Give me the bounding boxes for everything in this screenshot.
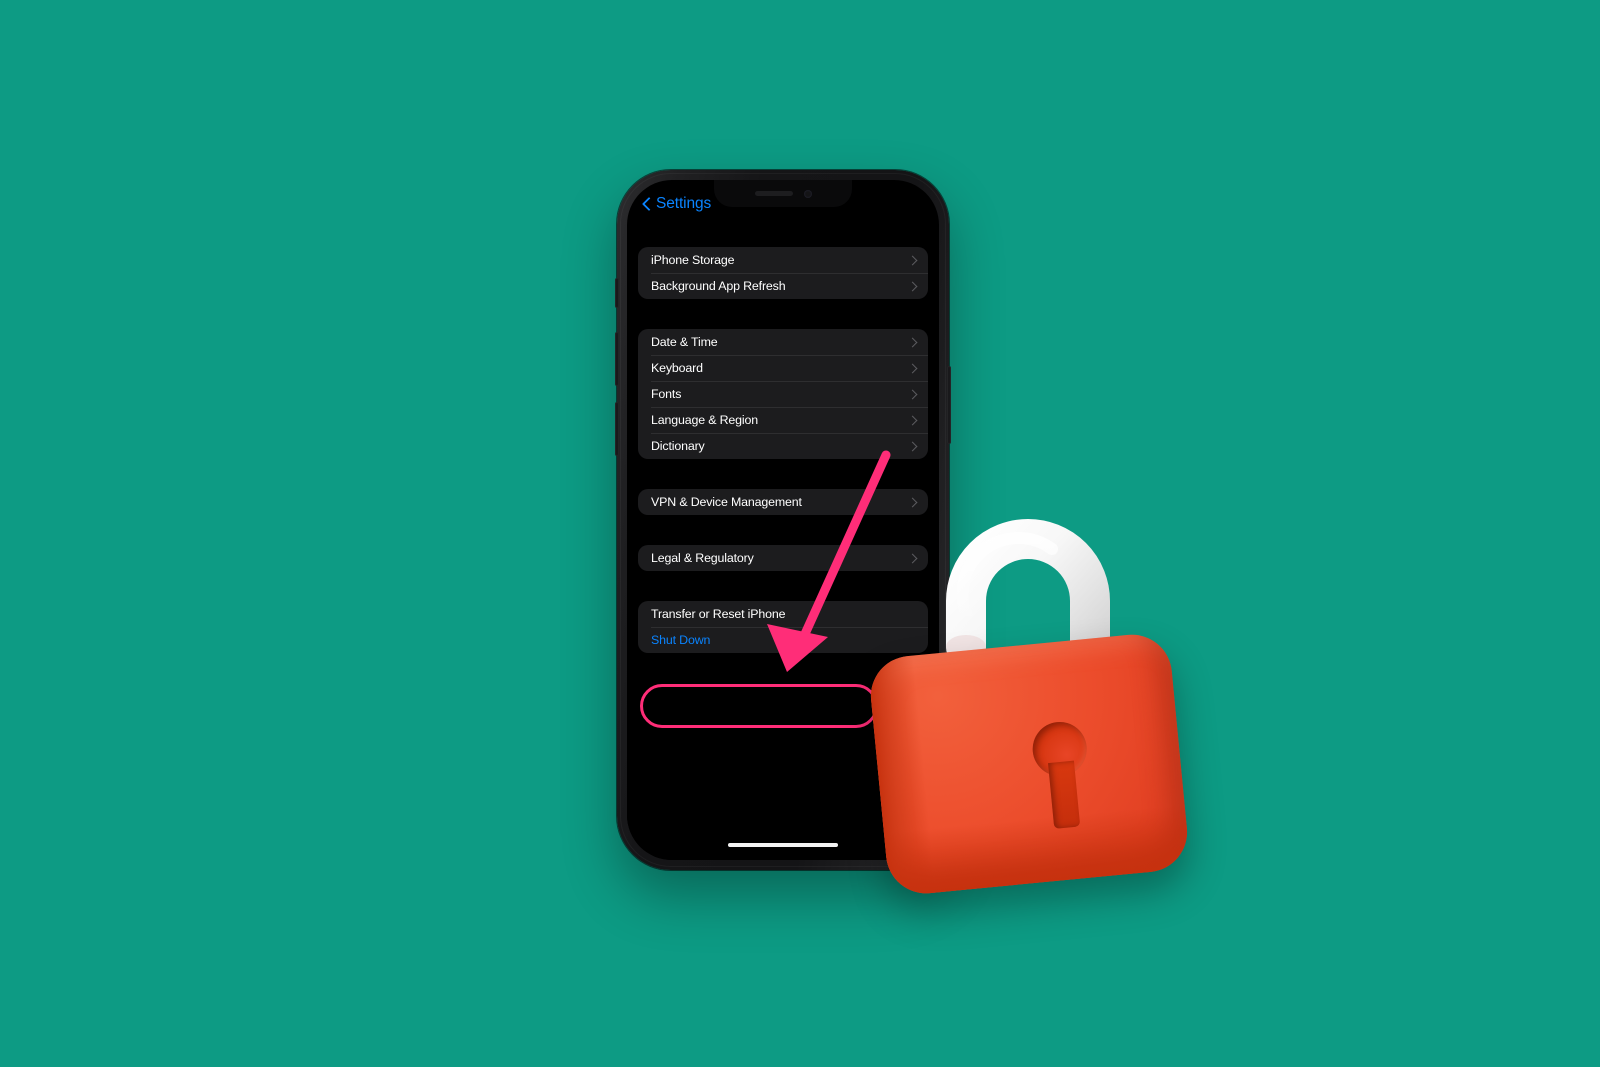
back-button-label: Settings — [656, 195, 712, 212]
padlock-body — [867, 631, 1191, 897]
settings-row-language-and-region[interactable]: Language & Region — [638, 407, 928, 433]
stage: Settings iPhone Storage Background App R… — [0, 0, 1600, 1067]
earpiece-speaker-icon — [754, 191, 793, 196]
settings-row-background-app-refresh[interactable]: Background App Refresh — [638, 273, 928, 299]
chevron-right-icon — [909, 391, 916, 398]
chevron-right-icon — [909, 339, 916, 346]
front-camera-icon — [803, 189, 812, 198]
chevron-right-icon — [909, 257, 916, 264]
settings-group-storage: iPhone Storage Background App Refresh — [638, 247, 928, 299]
settings-row-fonts[interactable]: Fonts — [638, 381, 928, 407]
padlock-keyhole-icon — [1026, 719, 1098, 832]
chevron-right-icon — [909, 365, 916, 372]
back-button[interactable]: Settings — [640, 195, 711, 213]
row-label: Fonts — [651, 387, 682, 401]
row-label: Legal & Regulatory — [651, 551, 754, 565]
row-label: iPhone Storage — [651, 253, 735, 267]
volume-down-button[interactable] — [615, 402, 619, 456]
settings-row-date-and-time[interactable]: Date & Time — [638, 329, 928, 355]
settings-row-dictionary[interactable]: Dictionary — [638, 433, 928, 459]
row-label: Keyboard — [651, 361, 703, 375]
row-label: Date & Time — [651, 335, 718, 349]
mute-switch-button[interactable] — [615, 278, 619, 308]
notch — [714, 180, 852, 207]
settings-group-localization: Date & Time Keyboard Fonts Language & Re… — [638, 329, 928, 459]
home-indicator[interactable] — [728, 842, 838, 847]
chevron-right-icon — [909, 443, 916, 450]
row-label: VPN & Device Management — [651, 495, 802, 509]
row-label: Dictionary — [651, 439, 705, 453]
row-label: Shut Down — [651, 633, 711, 647]
row-label: Transfer or Reset iPhone — [651, 607, 786, 621]
settings-row-keyboard[interactable]: Keyboard — [638, 355, 928, 381]
chevron-right-icon — [909, 417, 916, 424]
chevron-right-icon — [909, 283, 916, 290]
row-label: Language & Region — [651, 413, 758, 427]
settings-row-iphone-storage[interactable]: iPhone Storage — [638, 247, 928, 273]
chevron-left-icon — [640, 198, 653, 211]
open-padlock-icon — [867, 505, 1202, 897]
row-label: Background App Refresh — [651, 279, 786, 293]
power-button[interactable] — [947, 366, 951, 444]
volume-up-button[interactable] — [615, 332, 619, 386]
